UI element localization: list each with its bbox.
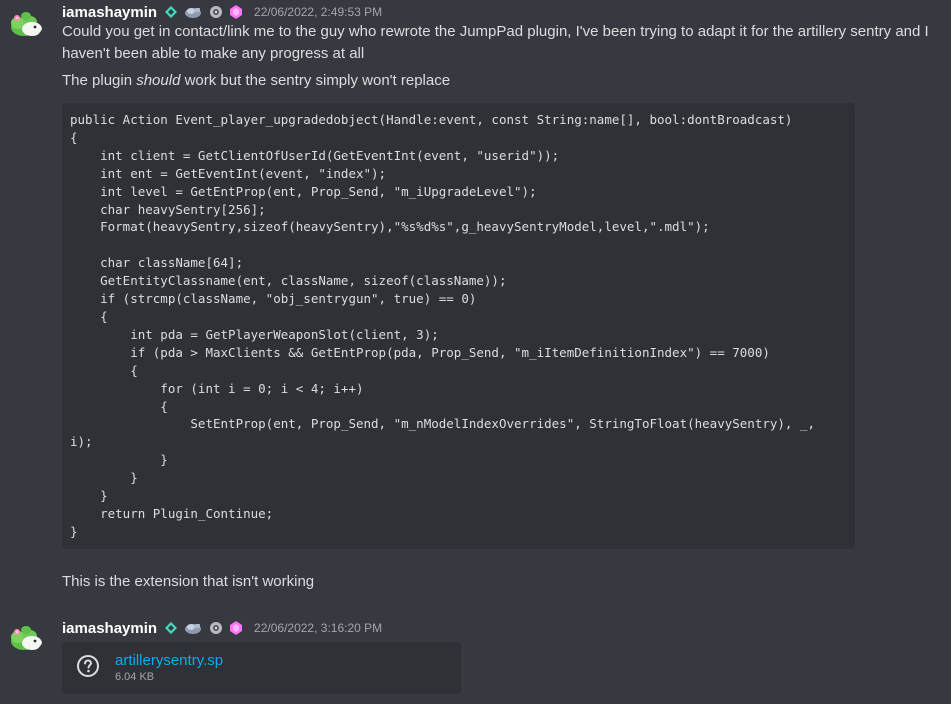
boost-badge-icon[interactable] bbox=[208, 620, 224, 636]
text-fragment: The plugin bbox=[62, 72, 137, 89]
boost-badge-icon[interactable] bbox=[208, 4, 224, 20]
nitro-gem-icon[interactable] bbox=[230, 620, 243, 636]
unknown-file-icon bbox=[76, 654, 100, 678]
timestamp[interactable]: 22/06/2022, 3:16:20 PM bbox=[254, 621, 382, 635]
message-1: iamashaymin 22/06/2022, 2:49:53 PM Could… bbox=[0, 0, 951, 600]
code-block: public Action Event_player_upgradedobjec… bbox=[62, 103, 855, 549]
brand-badge-icon[interactable] bbox=[184, 4, 202, 20]
diamond-badge-icon[interactable] bbox=[164, 4, 178, 20]
username[interactable]: iamashaymin bbox=[62, 4, 157, 21]
message-paragraph: This is the extension that isn't working bbox=[62, 573, 315, 590]
shaymin-avatar-icon bbox=[11, 12, 42, 36]
timestamp[interactable]: 22/06/2022, 2:49:53 PM bbox=[254, 5, 382, 19]
file-attachment: artillerysentry.sp 6.04 KB bbox=[62, 642, 461, 694]
message-paragraph: The plugin should work but the sentry si… bbox=[62, 70, 942, 92]
shaymin-avatar-icon bbox=[11, 626, 42, 650]
avatar[interactable] bbox=[8, 617, 44, 653]
diamond-badge-icon[interactable] bbox=[164, 620, 178, 636]
nitro-gem-icon[interactable] bbox=[230, 4, 243, 20]
message-header: iamashaymin 22/06/2022, 3:16:20 PM bbox=[62, 617, 382, 639]
attachment-filename-link[interactable]: artillerysentry.sp bbox=[115, 652, 223, 670]
text-fragment: work but the sentry simply won't replace bbox=[180, 72, 451, 89]
username[interactable]: iamashaymin bbox=[62, 620, 157, 637]
attachment-size: 6.04 KB bbox=[115, 671, 155, 683]
avatar[interactable] bbox=[8, 3, 44, 39]
message-paragraph: Could you get in contact/link me to the … bbox=[62, 23, 929, 62]
emphasis-text: should bbox=[136, 72, 181, 89]
message-header: iamashaymin 22/06/2022, 2:49:53 PM bbox=[62, 1, 382, 23]
code-content: public Action Event_player_upgradedobjec… bbox=[70, 112, 816, 539]
brand-badge-icon[interactable] bbox=[184, 620, 202, 636]
